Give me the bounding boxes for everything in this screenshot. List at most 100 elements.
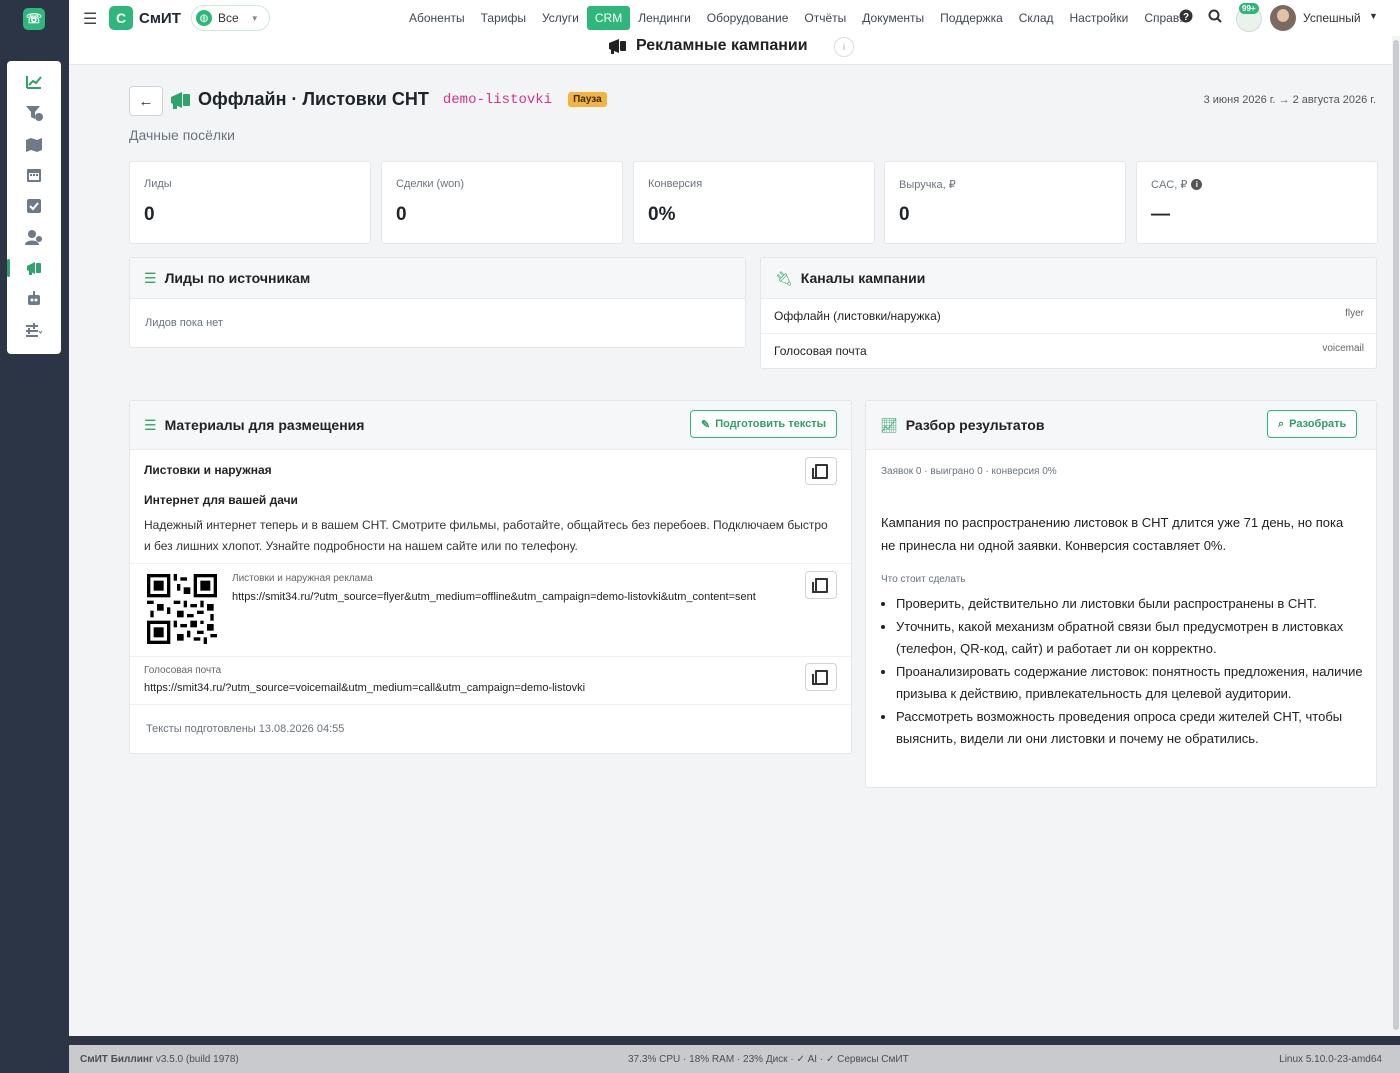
copy-button[interactable] [805, 457, 837, 485]
channel-name: Голосовая почта [774, 344, 867, 358]
card-title: Материалы для размещения [164, 417, 365, 433]
list-icon: ☰ [144, 269, 157, 286]
copy-button[interactable] [805, 663, 837, 691]
list-item: Проанализировать содержание листовок: по… [896, 661, 1366, 706]
copy-button[interactable] [805, 571, 837, 599]
channels-card: 🔌︎ Каналы кампании Оффлайн (листовки/нар… [760, 257, 1377, 369]
main-nav: Абоненты Тарифы Услуги CRM Лендинги Обор… [401, 0, 1191, 36]
list-item: Голосовая почта voicemail [761, 334, 1376, 368]
sidebar-item-bots[interactable] [7, 285, 61, 313]
analyze-button[interactable]: ⌕ Разобрать [1267, 410, 1358, 438]
kernel-version: Linux 5.10.0-23-amd64 [1279, 1054, 1382, 1065]
sidebar-item-campaigns[interactable] [7, 254, 61, 282]
prepare-texts-button[interactable]: ✎ Подготовить тексты [690, 410, 838, 438]
kpi-value: — [1151, 204, 1170, 225]
materials-card: ☰ Материалы для размещения ✎ Подготовить… [129, 400, 852, 754]
utm-link[interactable]: https://smit34.ru/?utm_source=flyer&utm_… [232, 588, 797, 607]
user-name[interactable]: Успешный [1303, 11, 1361, 25]
kpi-value: 0 [144, 204, 155, 225]
svg-text:?: ? [1183, 12, 1189, 23]
sidebar: ☏ [0, 0, 69, 1073]
card-title: Лиды по источникам [164, 270, 311, 286]
sidebar-item-funnel[interactable] [7, 99, 61, 127]
card-header: 🔌︎ Каналы кампании [761, 258, 1376, 299]
button-label: Подготовить тексты [715, 418, 827, 430]
analysis-card: 📈︎ Разбор результатов ⌕ Разобрать Заявок… [865, 400, 1377, 788]
analysis-summary: Кампания по распространению листовок в С… [881, 515, 1344, 553]
users-icon [25, 230, 42, 245]
kpi-card-cac: CAC, ₽ i — [1136, 161, 1378, 244]
avatar[interactable] [1270, 5, 1296, 31]
channel-code: flyer [1345, 308, 1364, 319]
brand[interactable]: С СмИТ [109, 6, 181, 30]
megaphone-icon [171, 91, 190, 109]
user-menu-chevron-icon[interactable]: ▼ [1369, 11, 1378, 21]
nav-subscribers[interactable]: Абоненты [401, 6, 473, 30]
nav-equipment[interactable]: Оборудование [699, 6, 797, 30]
nav-documents[interactable]: Документы [854, 6, 932, 30]
chart-line-icon [26, 76, 42, 89]
channel-name: Оффлайн (листовки/наружка) [774, 309, 941, 323]
nav-support[interactable]: Поддержка [932, 6, 1011, 30]
sidebar-item-calendar[interactable] [7, 161, 61, 189]
ad-headline: Интернет для вашей дачи [144, 493, 298, 507]
brand-logo-icon: С [109, 6, 133, 30]
kpi-value: 0 [396, 204, 407, 225]
campaign-title: Оффлайн · Листовки СНТ demo-listovki Пау… [170, 89, 607, 110]
prepared-timestamp: Тексты подготовлены 13.08.2026 04:55 [146, 723, 345, 735]
sliders-icon [26, 323, 43, 337]
kpi-card-deals: Сделки (won) 0 [381, 161, 623, 244]
recommendations-list: Проверить, действительно ли листовки был… [880, 593, 1366, 751]
scope-value: Все [218, 11, 239, 25]
map-icon [26, 138, 42, 152]
nav-landings[interactable]: Лендинги [630, 6, 699, 30]
info-icon[interactable]: i [1191, 179, 1203, 190]
card-title: Разбор результатов [905, 417, 1045, 433]
list-item: Голосовая почта https://smit34.ru/?utm_s… [130, 656, 851, 705]
sidebar-item-settings[interactable] [7, 316, 61, 344]
info-icon[interactable]: i [834, 37, 854, 57]
utm-link[interactable]: https://smit34.ru/?utm_source=voicemail&… [144, 682, 585, 694]
list-item: Листовки и наружная реклама https://smit… [130, 563, 851, 657]
ad-body: Надежный интернет теперь и в вашем СНТ. … [144, 518, 828, 553]
campaign-name: Оффлайн · Листовки СНТ [198, 89, 429, 109]
nav-reports[interactable]: Отчёты [796, 6, 854, 30]
page-title-text: Рекламные кампании [636, 37, 808, 54]
help-icon[interactable]: ? [1179, 9, 1193, 26]
list-item: Рассмотреть возможность проведения опрос… [896, 706, 1366, 751]
nav-warehouse[interactable]: Склад [1011, 6, 1062, 30]
sidebar-item-users[interactable] [7, 223, 61, 251]
sidebar-item-tasks[interactable] [7, 192, 61, 220]
support-logo-icon[interactable]: ☏ [23, 8, 45, 30]
card-title: Каналы кампании [800, 270, 926, 286]
nav-tariffs[interactable]: Тарифы [473, 6, 534, 30]
copy-icon [811, 463, 828, 479]
kpi-label: CAC, ₽ [1151, 179, 1188, 191]
search-icon[interactable] [1208, 9, 1222, 26]
analysis-stats: Заявок 0 · выиграно 0 · конверсия 0% [881, 466, 1057, 477]
nav-settings[interactable]: Настройки [1062, 6, 1137, 30]
globe-icon: ◍ [196, 10, 212, 26]
check-square-icon [27, 199, 41, 213]
list-item: Проверить, действительно ли листовки был… [896, 593, 1366, 616]
top-navbar: ☰ С СмИТ ◍ Все ▼ Абоненты Тарифы Услуги … [69, 0, 1400, 37]
magic-wand-icon: ✎ [701, 418, 711, 431]
footer-divider [69, 1036, 1400, 1045]
scope-selector[interactable]: ◍ Все ▼ [191, 5, 270, 31]
menu-toggle-icon[interactable]: ☰ [83, 9, 97, 29]
qr-code [147, 574, 217, 644]
kpi-value: 0 [899, 204, 910, 225]
back-button[interactable]: ← [129, 86, 163, 116]
scrollbar-thumb[interactable] [1393, 40, 1399, 1030]
kpi-value: 0% [648, 204, 676, 225]
page-title: Рекламные кампании [608, 37, 808, 55]
section-title: Листовки и наружная [144, 463, 272, 477]
sidebar-item-dashboard[interactable] [7, 68, 61, 96]
kpi-label: Конверсия [648, 178, 703, 190]
chevron-down-icon: ▼ [250, 13, 259, 23]
nav-crm[interactable]: CRM [586, 6, 631, 30]
megaphone-icon [27, 262, 41, 275]
copy-icon [811, 577, 828, 593]
sidebar-item-map[interactable] [7, 130, 61, 158]
nav-services[interactable]: Услуги [534, 6, 587, 30]
